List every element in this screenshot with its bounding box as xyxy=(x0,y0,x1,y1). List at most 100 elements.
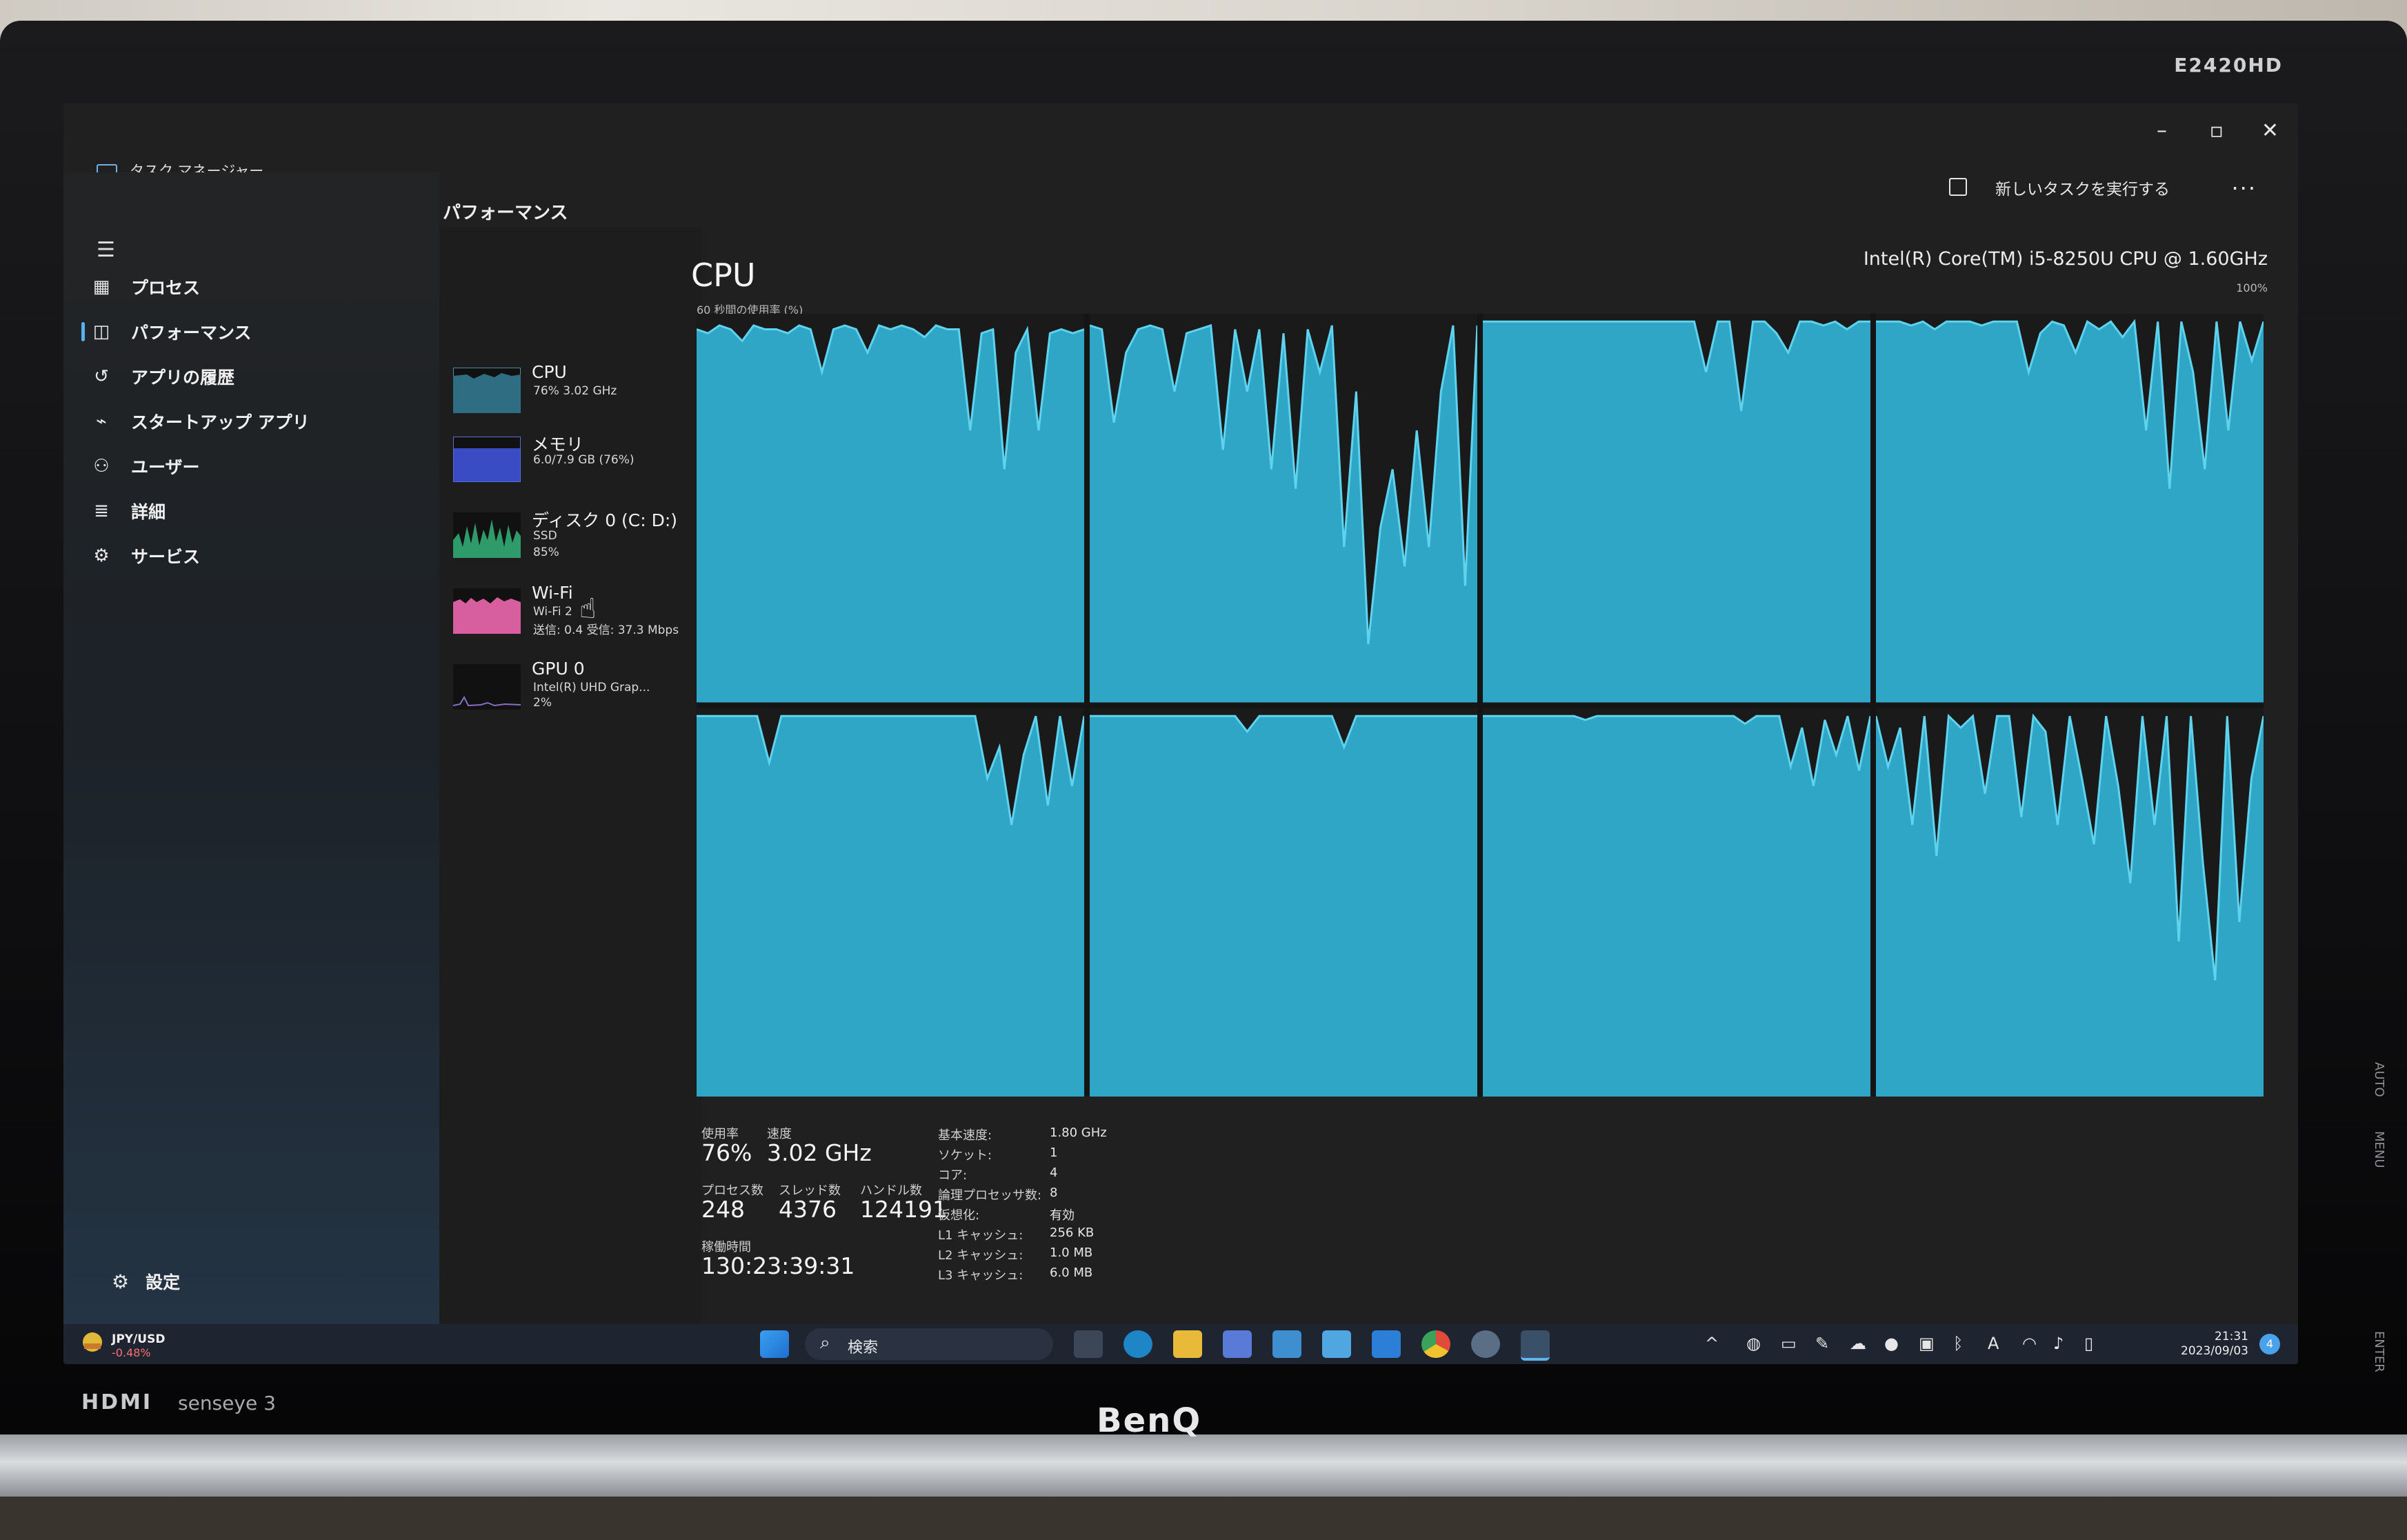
device-item-disk[interactable]: ディスク 0 (C: D:) SSD 85% xyxy=(453,507,701,576)
settings-app-icon[interactable] xyxy=(1471,1330,1500,1358)
monitor-side-button-enter[interactable]: ENTER xyxy=(2372,1331,2386,1372)
battery-icon[interactable]: ▯ xyxy=(2084,1334,2093,1353)
weather-widget[interactable] xyxy=(79,1328,106,1359)
processes-icon: ▦ xyxy=(92,277,110,297)
title-bar xyxy=(63,103,2298,172)
device-name: GPU 0 xyxy=(532,659,585,679)
chrome-browser-icon[interactable] xyxy=(1421,1330,1450,1358)
usage-area xyxy=(1090,325,1477,703)
search-icon: ⌕ xyxy=(820,1332,830,1353)
mail-icon[interactable] xyxy=(1372,1330,1401,1358)
logical-processor-graph-6 xyxy=(1483,708,1870,1097)
taskbar-clock[interactable]: 21:31 2023/09/03 xyxy=(2181,1330,2248,1359)
notification-badge[interactable]: 4 xyxy=(2259,1334,2280,1354)
calendar-tray-icon[interactable]: ▣ xyxy=(1919,1334,1935,1353)
device-sub: 76% 3.02 GHz xyxy=(533,384,617,398)
cpu-model-name: Intel(R) Core(TM) i5-8250U CPU @ 1.60GHz xyxy=(1863,248,2268,270)
nav-item-details[interactable]: ≣ 詳細 xyxy=(84,492,415,530)
maximize-button[interactable]: ▫ xyxy=(2210,119,2224,143)
monitor-base-strip xyxy=(0,1434,2407,1497)
logical-processor-graph-7 xyxy=(1876,708,2264,1097)
graph-max-label: 100% xyxy=(2236,281,2268,294)
spec-key: 論理プロセッサ数: xyxy=(938,1188,1042,1203)
logical-processor-graph-3 xyxy=(1876,314,2264,703)
monitor-side-button-auto[interactable]: AUTO xyxy=(2372,1062,2386,1097)
spec-value: 4 xyxy=(1050,1166,1058,1180)
spec-key: コア: xyxy=(938,1168,968,1183)
wifi-thumbnail xyxy=(453,588,521,634)
page-title: パフォーマンス xyxy=(443,203,568,223)
currency-change: -0.48% xyxy=(112,1346,151,1359)
nav-item-services[interactable]: ⚙ サービス xyxy=(84,537,415,575)
device-sub: 2% xyxy=(533,696,552,710)
spec-key: 仮想化: xyxy=(938,1208,980,1223)
store-icon[interactable] xyxy=(1223,1330,1252,1358)
cpu-thumbnail xyxy=(453,368,521,413)
spec-key: L2 キャッシュ: xyxy=(938,1248,1023,1263)
threads-value: 4376 xyxy=(779,1196,837,1223)
app-tray-icon[interactable]: ● xyxy=(1884,1334,1899,1353)
device-sub: 6.0/7.9 GB (76%) xyxy=(533,453,635,467)
todo-app-icon[interactable] xyxy=(1322,1330,1351,1358)
bluetooth-icon[interactable]: ᛒ xyxy=(1953,1334,1963,1353)
nav-item-processes[interactable]: ▦ プロセス xyxy=(84,268,415,306)
nav-item-label: アプリの履歴 xyxy=(131,368,235,388)
network-app-icon[interactable] xyxy=(1272,1330,1301,1358)
nav-item-performance[interactable]: ◫ パフォーマンス xyxy=(81,312,415,351)
device-name: CPU xyxy=(532,362,567,382)
usage-area xyxy=(1483,321,1870,703)
nav-item-startup[interactable]: ⌁ スタートアップ アプリ xyxy=(84,402,415,441)
task-manager-taskbar-icon[interactable] xyxy=(1521,1330,1550,1361)
taskbar: JPY/USD -0.48% ⌕ 検索 ^ ◍ ▭ ✎ ☁ ● ▣ ᛒ A ◠ … xyxy=(63,1324,2298,1364)
close-button[interactable]: ✕ xyxy=(2261,119,2279,143)
usage-area xyxy=(1876,715,2264,1097)
spec-value: 有効 xyxy=(1050,1208,1075,1223)
nav-item-label: 詳細 xyxy=(131,502,166,522)
monitor-model-label: E2420HD xyxy=(2174,54,2283,77)
spec-key: L1 キャッシュ: xyxy=(938,1228,1023,1243)
usage-area xyxy=(1876,321,2264,703)
nav-item-users[interactable]: ⚇ ユーザー xyxy=(84,447,415,486)
nav-item-app-history[interactable]: ↺ アプリの履歴 xyxy=(84,357,415,396)
wifi-icon[interactable]: ◠ xyxy=(2022,1334,2037,1353)
speed-value: 3.02 GHz xyxy=(767,1139,872,1166)
usage-value: 76% xyxy=(701,1139,752,1166)
device-item-gpu[interactable]: GPU 0 Intel(R) UHD Grap... 2% xyxy=(453,659,701,728)
taskbar-search-box[interactable]: ⌕ 検索 xyxy=(805,1328,1053,1360)
currency-pair: JPY/USD xyxy=(112,1332,166,1346)
cloud-icon[interactable]: ☁ xyxy=(1850,1334,1866,1353)
drive-icon[interactable]: ▭ xyxy=(1781,1334,1797,1353)
hamburger-menu-icon[interactable]: ☰ xyxy=(97,238,115,262)
chat-icon[interactable] xyxy=(1074,1330,1103,1358)
nav-item-label: プロセス xyxy=(131,278,201,298)
device-sub: 85% xyxy=(533,546,559,559)
globe-icon[interactable]: ◍ xyxy=(1746,1334,1761,1353)
start-button[interactable] xyxy=(760,1330,789,1358)
spec-key: 基本速度: xyxy=(938,1128,992,1143)
run-new-task-icon[interactable] xyxy=(1949,178,1967,196)
edge-browser-icon[interactable] xyxy=(1123,1330,1152,1358)
device-name: メモリ xyxy=(532,434,584,454)
monitor-brand-logo: BenQ xyxy=(1097,1401,1202,1440)
device-item-wifi[interactable]: Wi-Fi Wi-Fi 2 送信: 0.4 受信: 37.3 Mbps xyxy=(453,583,701,652)
startup-icon: ⌁ xyxy=(96,411,107,432)
nav-item-label: サービス xyxy=(131,547,201,567)
device-item-memory[interactable]: メモリ 6.0/7.9 GB (76%) xyxy=(453,431,701,500)
input-method-icon[interactable]: A xyxy=(1988,1334,1999,1353)
pen-icon[interactable]: ✎ xyxy=(1815,1334,1829,1353)
device-sub: SSD xyxy=(533,529,557,543)
minimize-button[interactable]: – xyxy=(2157,119,2167,143)
device-item-cpu[interactable]: CPU 76% 3.02 GHz xyxy=(453,362,701,431)
file-explorer-icon[interactable] xyxy=(1173,1330,1202,1358)
chevron-up-icon[interactable]: ^ xyxy=(1705,1334,1719,1353)
run-new-task-button[interactable]: 新しいタスクを実行する xyxy=(1995,176,2170,199)
monitor-side-button-menu[interactable]: MENU xyxy=(2372,1131,2386,1168)
more-options-button[interactable]: ... xyxy=(2231,169,2257,195)
usage-area xyxy=(697,715,1084,1097)
search-placeholder: 検索 xyxy=(848,1339,879,1357)
device-sub: Wi-Fi 2 xyxy=(533,605,572,619)
settings-button[interactable]: ⚙ 設定 xyxy=(112,1269,180,1294)
spec-value: 8 xyxy=(1050,1186,1058,1200)
volume-icon[interactable]: ♪ xyxy=(2053,1334,2064,1353)
logical-processor-graph-5 xyxy=(1090,708,1477,1097)
